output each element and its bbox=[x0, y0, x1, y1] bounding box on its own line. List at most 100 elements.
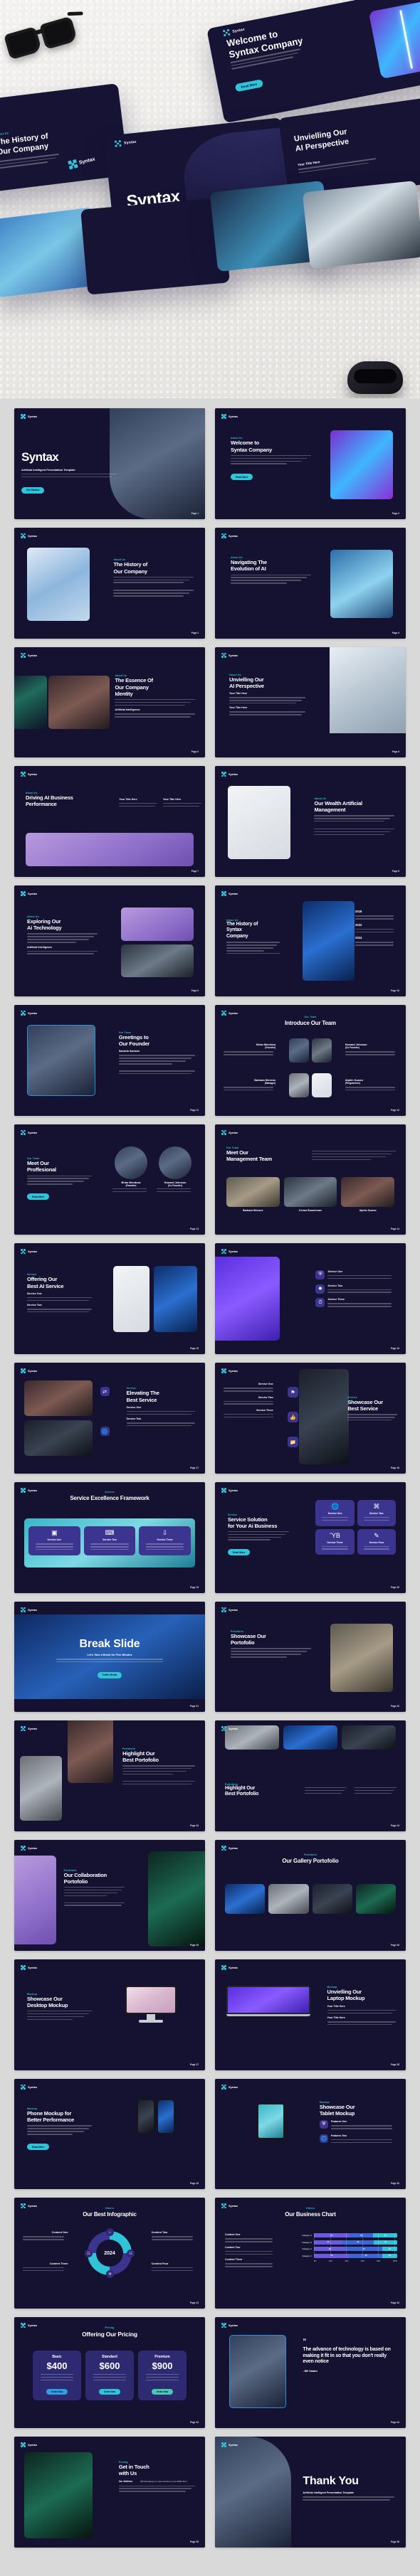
slide-thumbnail-11[interactable]: Syntax Our Team Greetings to Our Founder Sam… bbox=[14, 1004, 205, 1116]
slide-thumbnail-12[interactable]: Syntax Our Team Introduce Our Team Brian Me… bbox=[215, 1004, 406, 1116]
slide-thumbnail-20[interactable]: Syntax Service Service Solution for Your Ai… bbox=[215, 1481, 406, 1593]
slide-brand-logo: Syntax bbox=[21, 414, 37, 419]
order-now-button[interactable]: Order Now bbox=[98, 2389, 121, 2395]
slide-body-text bbox=[126, 1410, 195, 1415]
slide-subtitle: Artificial Intelligent Presentation Temp… bbox=[21, 468, 75, 472]
slide-body-text bbox=[118, 1055, 195, 1065]
slide-brand-logo: Syntax bbox=[221, 2323, 238, 2328]
slide-thumbnail-6[interactable]: Syntax About Us Unvielling Our AI Perspecti… bbox=[215, 646, 406, 758]
slide-cta-button[interactable]: Read More bbox=[27, 2144, 50, 2151]
slide-title: Our Collaboration Portofolio bbox=[63, 1871, 107, 1885]
slide-body-text bbox=[113, 576, 194, 583]
slide-body-text bbox=[229, 697, 306, 704]
slide-cta-button[interactable]: Read More bbox=[27, 1193, 50, 1201]
slide-subtitle: Your Title Here bbox=[229, 706, 248, 710]
slide-thumbnail-26[interactable]: Syntax Portofolio Our Gallery Portofolio Pa… bbox=[215, 1840, 406, 1951]
slide-brand-logo: Syntax bbox=[21, 533, 37, 538]
slide-thumbnail-21[interactable]: Syntax Break Slide Let's Take a Break for … bbox=[14, 1601, 205, 1713]
timeline-year: 2024 bbox=[355, 936, 362, 940]
slide-thumbnail-19[interactable]: Syntax Service Service Excellence Framewor… bbox=[14, 1481, 205, 1593]
slide-thumbnail-17[interactable]: Syntax ⇄ 🌐 Service Elevating The Best Service… bbox=[14, 1363, 205, 1474]
slide-brand-logo: Syntax bbox=[221, 1846, 238, 1851]
slide-thumbnail-18[interactable]: Syntax Service One Service Two Service Thre… bbox=[215, 1363, 406, 1474]
slide-photo bbox=[330, 430, 393, 499]
slide-title: Showcase Our Best Service bbox=[347, 1398, 384, 1412]
slide-page-number: Page 5 bbox=[191, 750, 199, 754]
service-item: Service One bbox=[224, 1383, 273, 1392]
quote-mark-icon: “ bbox=[303, 2338, 307, 2346]
slide-banner-image bbox=[26, 832, 194, 866]
business-bar-chart: Category 4 43 28 29 Category 3 34 38 28 Category… bbox=[299, 2233, 397, 2262]
syntax-logo-icon bbox=[221, 1607, 226, 1612]
slide-thumbnail-8[interactable]: Syntax About Us Our Wealth Artificial Manag… bbox=[215, 766, 406, 878]
plan-name: Standard bbox=[102, 2354, 117, 2359]
slide-thumbnail-24[interactable]: Syntax Portofolio Highlight Our Best Portof… bbox=[215, 1720, 406, 1832]
chart-note: Content One bbox=[225, 2233, 275, 2242]
slide-page-number: Page 15 bbox=[189, 1347, 199, 1351]
slide-thumbnail-10[interactable]: Syntax About Us The History of Syntax Compan… bbox=[215, 885, 406, 996]
slide-title: Showcase Our Tablet Mockup bbox=[319, 2103, 355, 2117]
slide-photo bbox=[298, 1369, 349, 1465]
thanks-photo bbox=[215, 2437, 292, 2548]
slide-thumbnail-7[interactable]: Syntax About Us Driving AI Business Perform… bbox=[14, 766, 205, 878]
slide-thumbnail-35[interactable]: Syntax Pricing Get in Touch with Us Our Addr… bbox=[14, 2437, 205, 2548]
mockup-screen bbox=[228, 1987, 309, 2013]
framework-card: ▣ Service One bbox=[28, 1526, 80, 1555]
slide-page-number: Page 33 bbox=[189, 2421, 199, 2425]
slide-cta-button[interactable]: Coffee Break bbox=[97, 1671, 122, 1678]
slide-thumbnail-31[interactable]: Syntax Others Our Best Infographic Content … bbox=[14, 2198, 205, 2309]
slide-thumbnail-3[interactable]: Syntax About Us The History of Our Company P… bbox=[14, 527, 205, 639]
slide-photo-a bbox=[24, 1380, 93, 1416]
slide-photo bbox=[228, 786, 291, 860]
slide-thumbnail-30[interactable]: Syntax Mockup Showcase Our Tablet Mockup ⛨ Fe… bbox=[215, 2078, 406, 2190]
slide-page-number: Page 2 bbox=[392, 511, 399, 515]
order-now-button[interactable]: Order Now bbox=[151, 2389, 174, 2395]
hero-read-more-button[interactable]: Read More bbox=[234, 79, 264, 92]
slide-thumbnail-13[interactable]: Syntax Our Team Meet Our Proffesional Read M… bbox=[14, 1124, 205, 1235]
syntax-logo-icon bbox=[21, 1368, 26, 1374]
slide-cta-button[interactable]: Get Started bbox=[21, 486, 45, 494]
slide-brand-logo: Syntax bbox=[221, 1487, 238, 1493]
slide-cta-button[interactable]: Read More bbox=[228, 1549, 251, 1556]
pricing-card: Basic $400 Order Now bbox=[33, 2350, 81, 2401]
slide-photo-b bbox=[68, 1720, 114, 1783]
slide-brand-logo: Syntax bbox=[221, 772, 238, 777]
slide-thumbnail-15[interactable]: Syntax Service Offering Our Best AI Service… bbox=[14, 1243, 205, 1355]
slide-brand-logo: Syntax bbox=[21, 891, 37, 897]
slide-thumbnail-29[interactable]: Syntax Mockup Phone Mockup for Better Perfo… bbox=[14, 2078, 205, 2190]
slide-brand-logo: Syntax bbox=[21, 652, 37, 658]
slide-thumbnail-27[interactable]: Syntax Mockup Showcase Our Desktop Mockup Pa… bbox=[14, 1959, 205, 2070]
service-item: ⏱ Service Three bbox=[315, 1298, 396, 1309]
slide-thumbnail-1[interactable]: Syntax Syntax Artificial Intelligent Prese… bbox=[14, 408, 205, 519]
syntax-logo-icon bbox=[221, 891, 226, 897]
slide-page-number: Page 1 bbox=[191, 511, 199, 515]
founder-photo bbox=[27, 1024, 96, 1096]
slide-thumbnail-32[interactable]: Syntax Others Our Business Chart Content On… bbox=[215, 2198, 406, 2309]
slide-thumbnail-33[interactable]: Syntax Pricing Offering Our Pricing Basic $4… bbox=[14, 2317, 205, 2429]
slide-thumbnail-28[interactable]: Syntax Mockup Unvielling Our Laptop Mockup Y… bbox=[215, 1959, 406, 2070]
slide-thumbnail-16[interactable]: Syntax ⛨ Service One ✹ Service Two ⏱ Service T… bbox=[215, 1243, 406, 1355]
slide-thumbnail-36[interactable]: Syntax Thank You Artificial Intelligent Pr… bbox=[215, 2437, 406, 2548]
feature-item: ⛨ Features One bbox=[319, 2120, 396, 2131]
slide-thumbnail-25[interactable]: Syntax Portofolio Our Collaboration Portofo… bbox=[14, 1840, 205, 1951]
syntax-logo-icon bbox=[21, 414, 26, 419]
order-now-button[interactable]: Order Now bbox=[46, 2389, 68, 2395]
slide-thumbnail-9[interactable]: Syntax About Us Exploring Our Ai Technology… bbox=[14, 885, 205, 996]
slide-cta-button[interactable]: Read More bbox=[231, 474, 253, 481]
slide-brand-logo: Syntax bbox=[221, 891, 238, 897]
cover-photo bbox=[110, 408, 205, 519]
slide-thumbnail-23[interactable]: Syntax Portofolio Highlight Our Best Portof… bbox=[14, 1720, 205, 1832]
syntax-logo-icon bbox=[222, 28, 231, 37]
team-member-name: Alphin Suarez bbox=[359, 1209, 377, 1213]
slide-thumbnail-34[interactable]: Syntax “The advance of technology is base… bbox=[215, 2317, 406, 2429]
swap-icon: ⇄ bbox=[100, 1387, 110, 1397]
syntax-logo-icon bbox=[221, 2323, 226, 2328]
slide-thumbnail-22[interactable]: Syntax Portofolio Showcase Our Portofolio Pa… bbox=[215, 1601, 406, 1713]
slide-thumbnail-14[interactable]: Syntax Our Team Meet Our Management Team Bar… bbox=[215, 1124, 406, 1235]
phone-mockup bbox=[137, 2098, 175, 2134]
slide-thumbnail-5[interactable]: Syntax About Us The Essence Of Our Company I… bbox=[14, 646, 205, 758]
brand-name: Syntax bbox=[28, 772, 38, 777]
slide-thumbnail-4[interactable]: Syntax About Us Navigating The Evolution of… bbox=[215, 527, 406, 639]
slide-thumbnail-2[interactable]: Syntax About Us Welcome to Syntax Company Re… bbox=[215, 408, 406, 519]
slide-title: Syntax bbox=[21, 450, 59, 464]
